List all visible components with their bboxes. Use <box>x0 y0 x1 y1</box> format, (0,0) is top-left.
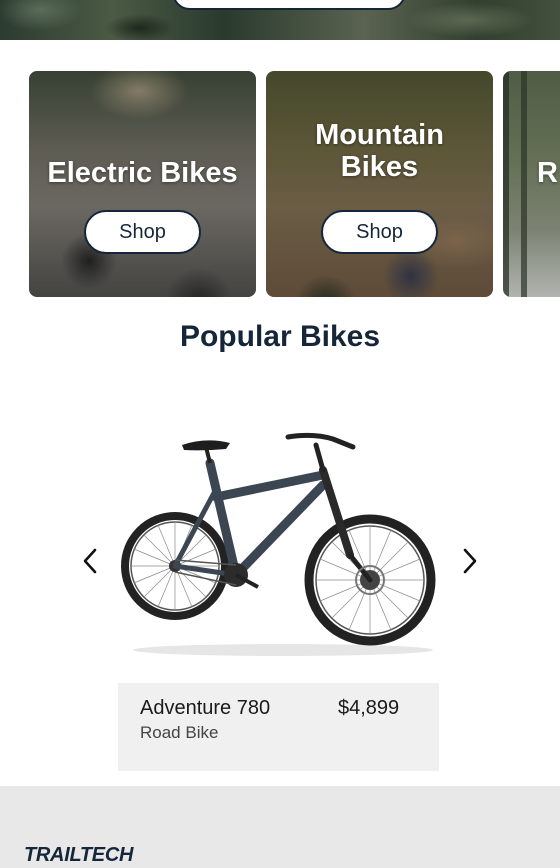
hero-banner <box>0 0 560 40</box>
category-title-electric: Electric Bikes <box>47 157 238 189</box>
category-title-mountain-line1: Mountain <box>315 119 444 151</box>
shop-mountain-button[interactable]: Shop <box>321 210 438 254</box>
category-card-electric[interactable]: Electric Bikes Shop <box>29 71 256 297</box>
footer: TRAILTECH <box>0 786 560 868</box>
category-carousel: Electric Bikes Shop Mountain Bikes Shop … <box>29 71 560 297</box>
category-card-mountain[interactable]: Mountain Bikes Shop <box>266 71 493 297</box>
popular-bikes-heading: Popular Bikes <box>179 320 381 353</box>
category-title-road: R <box>537 157 558 189</box>
product-price: $4,899 <box>338 697 400 719</box>
shop-electric-button[interactable]: Shop <box>84 210 201 254</box>
product-card[interactable]: Adventure 780 Road Bike $4,899 <box>118 683 439 771</box>
category-title-mountain: Mountain Bikes <box>266 119 493 183</box>
hero-button[interactable] <box>172 0 406 10</box>
product-name: Adventure 780 <box>140 697 271 719</box>
category-title-mountain-line2: Bikes <box>340 151 419 183</box>
product-type: Road Bike <box>140 723 219 742</box>
category-card-road[interactable]: R <box>503 71 560 297</box>
next-arrow-icon[interactable] <box>456 545 484 577</box>
previous-arrow-icon[interactable] <box>76 545 104 577</box>
bike-product-image[interactable] <box>118 425 443 660</box>
footer-logo[interactable]: TRAILTECH <box>24 844 133 867</box>
